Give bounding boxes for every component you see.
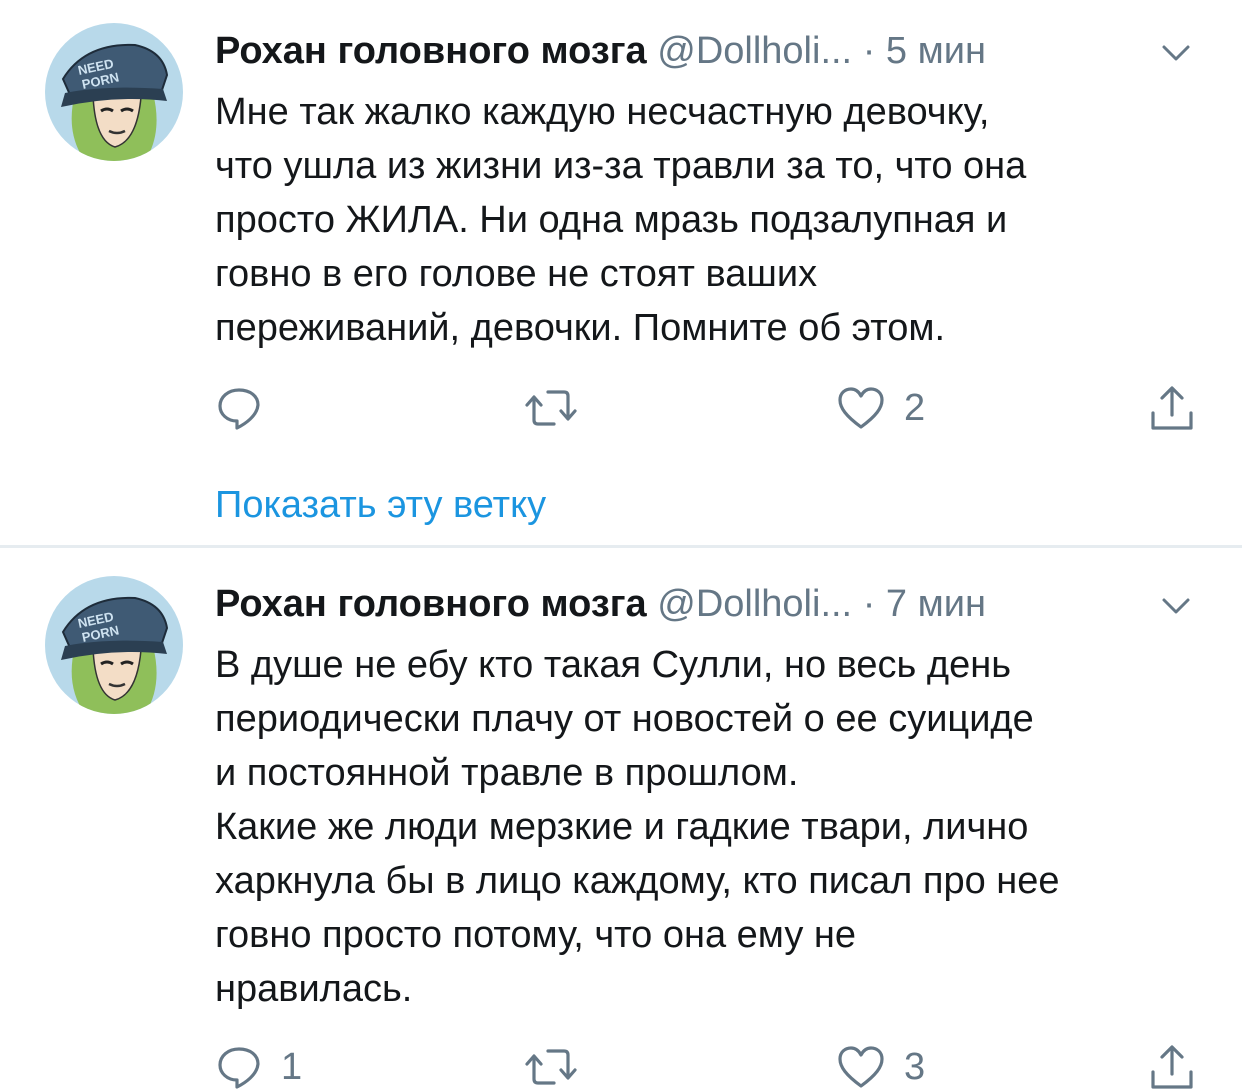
like-count: 3 [904, 1045, 926, 1088]
separator-dot: · [862, 30, 876, 72]
share-icon [1151, 386, 1193, 430]
share-button[interactable] [1148, 1042, 1196, 1092]
reply-button[interactable]: 1 [215, 1042, 302, 1092]
tweet-header: Рохан головного мозга @Dollholi... · 7 м… [215, 579, 986, 629]
retweet-icon [525, 390, 577, 426]
retweet-button[interactable] [524, 383, 596, 433]
timestamp[interactable]: 7 мин [886, 583, 986, 625]
tweet-text-line: что ушла из жизни из-за травли за то, чт… [215, 145, 1027, 187]
avatar-image: NEED PORN [45, 576, 183, 714]
chevron-down-icon[interactable] [1156, 33, 1196, 73]
timestamp[interactable]: 5 мин [886, 30, 986, 72]
retweet-button[interactable] [524, 1042, 596, 1092]
heart-icon [838, 1046, 884, 1088]
reply-icon [218, 388, 260, 430]
like-count: 2 [904, 386, 926, 429]
reply-icon [218, 1047, 260, 1089]
tweet-text-line: периодически плачу от новостей о ее суиц… [215, 698, 1034, 740]
like-button[interactable]: 3 [836, 1042, 925, 1092]
tweet-text-line: переживаний, девочки. Помните об этом. [215, 307, 946, 349]
avatar[interactable]: NEED PORN [45, 23, 183, 161]
reply-button[interactable] [215, 383, 281, 433]
share-icon [1151, 1045, 1193, 1089]
tweet-text-line: Мне так жалко каждую несчастную девочку, [215, 91, 990, 133]
avatar-image: NEED PORN [45, 23, 183, 161]
tweet-text-line: В душе не ебу кто такая Сулли, но весь д… [215, 644, 1011, 686]
show-thread-link[interactable]: Показать эту ветку [215, 480, 546, 530]
tweet-text-line: просто ЖИЛА. Ни одна мразь подзалупная и [215, 199, 1008, 241]
tweet-text-line: говно просто потому, что она ему не [215, 914, 857, 956]
tweet-header: Рохан головного мозга @Dollholi... · 5 м… [215, 26, 986, 76]
tweet[interactable]: NEED PORN Рохан головного мозга @Dollhol… [0, 548, 1242, 1091]
retweet-icon [525, 1049, 577, 1085]
chevron-down-icon[interactable] [1156, 586, 1196, 626]
tweet[interactable]: NEED PORN Рохан головного мозга @Dollhol… [0, 0, 1242, 546]
tweet-text-line: Какие же люди мерзкие и гадкие твари, ли… [215, 806, 1029, 848]
share-button[interactable] [1148, 383, 1196, 433]
author-handle[interactable]: @Dollholi... [657, 30, 852, 72]
separator-dot: · [862, 583, 876, 625]
heart-icon [838, 387, 884, 429]
tweet-text: Мне так жалко каждую несчастную девочку,… [215, 85, 1215, 355]
tweet-text-line: харкнула бы в лицо каждому, кто писал пр… [215, 860, 1060, 902]
tweet-text-line: говно в его голове не стоят ваших [215, 253, 818, 295]
tweet-text-line: нравилась. [215, 968, 413, 1010]
tweet-text-line: и постоянной травле в прошлом. [215, 752, 799, 794]
tweet-text: В душе не ебу кто такая Сулли, но весь д… [215, 638, 1215, 1016]
author-name[interactable]: Рохан головного мозга [215, 583, 647, 625]
reply-count: 1 [281, 1045, 303, 1088]
author-name[interactable]: Рохан головного мозга [215, 30, 647, 72]
author-handle[interactable]: @Dollholi... [657, 583, 852, 625]
avatar[interactable]: NEED PORN [45, 576, 183, 714]
like-button[interactable]: 2 [836, 383, 925, 433]
